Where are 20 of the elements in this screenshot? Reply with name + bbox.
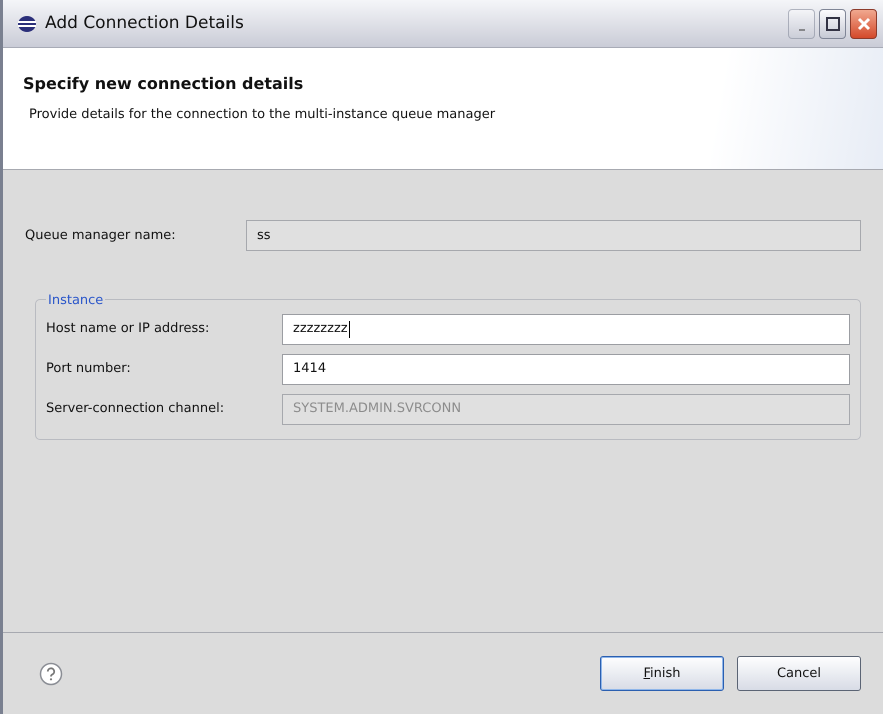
text-field[interactable]: 1414 xyxy=(282,354,850,384)
page-title: Specify new connection details xyxy=(23,73,304,95)
readonly-field: ss xyxy=(246,220,861,251)
field-label: Port number: xyxy=(46,360,132,378)
window-title: Add Connection Details xyxy=(45,12,244,35)
close-button[interactable] xyxy=(850,8,877,38)
finish-button[interactable]: Finish xyxy=(600,656,724,691)
maximize-icon xyxy=(826,16,840,30)
close-icon xyxy=(856,16,870,30)
minimize-icon xyxy=(798,28,804,30)
app-icon xyxy=(17,14,37,32)
field-label: Host name or IP address: xyxy=(46,320,210,338)
maximize-button[interactable] xyxy=(819,8,846,38)
page-description: Provide details for the connection to the multi-instance queue manager xyxy=(29,106,496,124)
cancel-button[interactable]: Cancel xyxy=(737,656,861,691)
help-icon[interactable] xyxy=(39,662,63,686)
text-field[interactable]: zzzzzzzz xyxy=(282,314,850,344)
field-label: Server-connection channel: xyxy=(46,400,226,418)
field-label: Queue manager name: xyxy=(25,226,177,245)
readonly-field: SYSTEM.ADMIN.SVRCONN xyxy=(282,394,850,424)
